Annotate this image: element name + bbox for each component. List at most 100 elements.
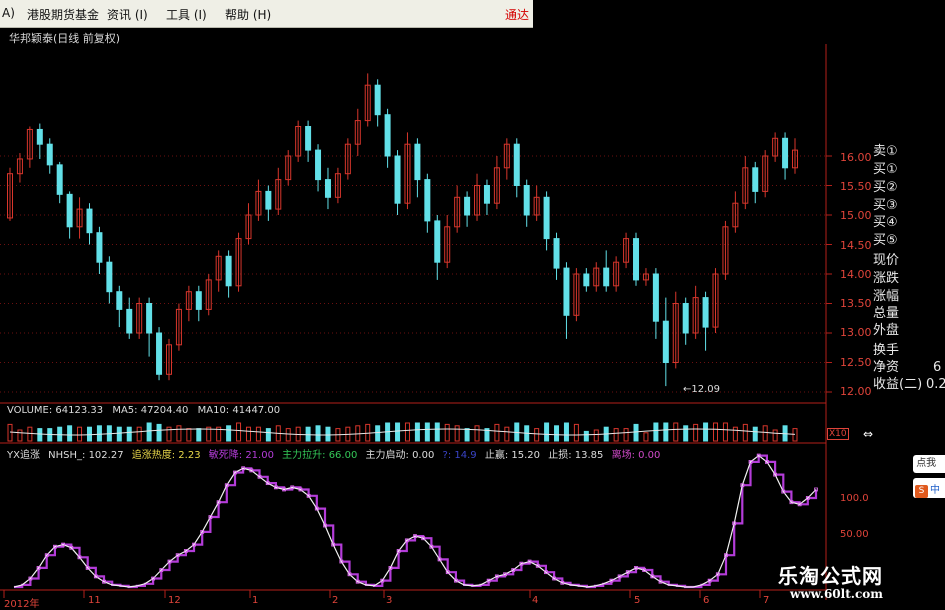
volume-bar [196, 428, 202, 442]
volume-bar [653, 422, 659, 442]
volume-bar [245, 426, 251, 442]
volume-bar [236, 422, 242, 442]
volume-bar [325, 426, 331, 442]
indicator-hidden: ?: 14.9 [442, 450, 477, 461]
indicator-legend: YX追涨 NHSH_: 102.27 追涨热度: 2.23 敏死降: 21.00… [7, 446, 665, 461]
indicator-tick: 50.00 [840, 529, 869, 540]
price-tick: 14.50 [840, 239, 872, 252]
candle-body [603, 267, 610, 287]
volume-ma5: MA5: 47204.40 [112, 405, 189, 416]
quote-buy-5: 买⑤ [873, 233, 898, 248]
volume-value: VOLUME: 64123.33 [7, 405, 104, 416]
candle-body [265, 190, 272, 210]
candle-body [146, 303, 153, 334]
volume-bar [27, 426, 33, 442]
candle-body [513, 143, 520, 186]
volume-scale-badge[interactable]: X10 [827, 428, 849, 440]
volume-bar [683, 425, 689, 442]
candle-body [315, 149, 322, 181]
volume-bar [414, 422, 420, 442]
volume-bar [762, 425, 768, 442]
indicator-nhsh: NHSH_: 102.27 [48, 450, 124, 461]
price-tick: 14.00 [840, 268, 872, 281]
indicator-main-start: 主力启动: 0.00 [365, 450, 435, 461]
indicator-sensitive: 敏死降: 21.00 [208, 450, 274, 461]
volume-legend: VOLUME: 64123.33 MA5: 47204.40 MA10: 414… [7, 405, 286, 416]
candle-body [225, 255, 232, 287]
quote-buy-4: 买④ [873, 215, 898, 230]
quote-net-assets: 净资 [873, 360, 900, 375]
price-tick: 16.00 [840, 151, 872, 164]
volume-bar [434, 422, 440, 442]
volume-bars [7, 422, 798, 442]
volume-bar [186, 428, 192, 442]
volume-bar [534, 428, 540, 442]
volume-bar [146, 422, 152, 442]
candle-body [543, 196, 550, 240]
quote-net-assets-value: 6 [933, 360, 942, 375]
expand-arrow-icon[interactable]: ⇔ [863, 427, 873, 441]
candle-body [384, 114, 391, 157]
menu-item-hk-futures-funds[interactable]: 港股期货基金 [27, 6, 99, 23]
menu-item-tools[interactable]: 工具 (I) [166, 6, 207, 23]
candle-body [394, 155, 401, 204]
indicator-exit: 离场: 0.00 [611, 450, 661, 461]
menu-item-help[interactable]: 帮助 (H) [225, 6, 271, 23]
float-input-button[interactable]: S中 [913, 478, 945, 498]
volume-bar [693, 423, 699, 442]
indicator-name[interactable]: YX追涨 [7, 450, 40, 461]
candle-body [305, 126, 312, 151]
volume-bar [673, 422, 679, 442]
quote-change-pct: 涨幅 [873, 289, 900, 304]
watermark-title: 乐淘公式网 [778, 564, 883, 588]
price-tick: 13.50 [840, 297, 872, 310]
volume-bar [742, 423, 748, 442]
volume-bar [643, 432, 649, 442]
volume-bar [424, 422, 430, 442]
indicator-tick: 100.0 [840, 493, 869, 504]
candle-body [46, 143, 53, 166]
indicator-step-line [14, 454, 818, 589]
volume-bar [593, 429, 599, 442]
candle-body [553, 238, 560, 269]
quote-volume: 总量 [873, 306, 900, 321]
quote-change: 涨跌 [873, 271, 900, 286]
candle-body [583, 273, 590, 287]
candlestick-series [7, 73, 798, 387]
volume-bar [444, 423, 450, 442]
date-tick: 3 [386, 595, 393, 606]
candle-body [126, 308, 133, 334]
float-click-me-button[interactable]: 点我 [913, 455, 945, 473]
indicator-stop-loss: 止损: 13.85 [548, 450, 604, 461]
candle-body [523, 185, 530, 216]
candle-body [633, 238, 640, 281]
candle-body [782, 137, 789, 169]
candle-body [106, 261, 113, 293]
candle-body [483, 185, 490, 204]
menu-bar: A) 港股期货基金 资讯 (I) 工具 (I) 帮助 (H) 通达 [0, 0, 533, 28]
menu-item-a[interactable]: A) [2, 6, 15, 20]
quote-earnings: 收益(二) [873, 377, 923, 392]
volume-bar [563, 422, 569, 442]
volume-bar [573, 423, 579, 442]
candle-body [324, 179, 331, 198]
quote-price: 现价 [873, 253, 900, 268]
quote-buy-1: 买① [873, 162, 898, 177]
volume-bar [255, 426, 261, 442]
volume-bar [285, 428, 291, 442]
volume-bar [77, 426, 83, 442]
candle-body [86, 208, 93, 234]
candle-body [662, 320, 669, 364]
volume-bar [305, 426, 311, 442]
quote-outer-volume: 外盘 [873, 323, 900, 338]
candle-body [563, 267, 570, 316]
volume-bar [136, 426, 142, 442]
volume-bar [7, 423, 13, 442]
date-tick: 2 [332, 595, 339, 606]
menu-item-info[interactable]: 资讯 (I) [107, 6, 148, 23]
app-brand: 通达 [505, 8, 530, 22]
price-tick: 15.00 [840, 209, 872, 222]
candle-body [434, 220, 441, 263]
volume-bar [156, 423, 162, 442]
volume-bar [474, 425, 480, 442]
